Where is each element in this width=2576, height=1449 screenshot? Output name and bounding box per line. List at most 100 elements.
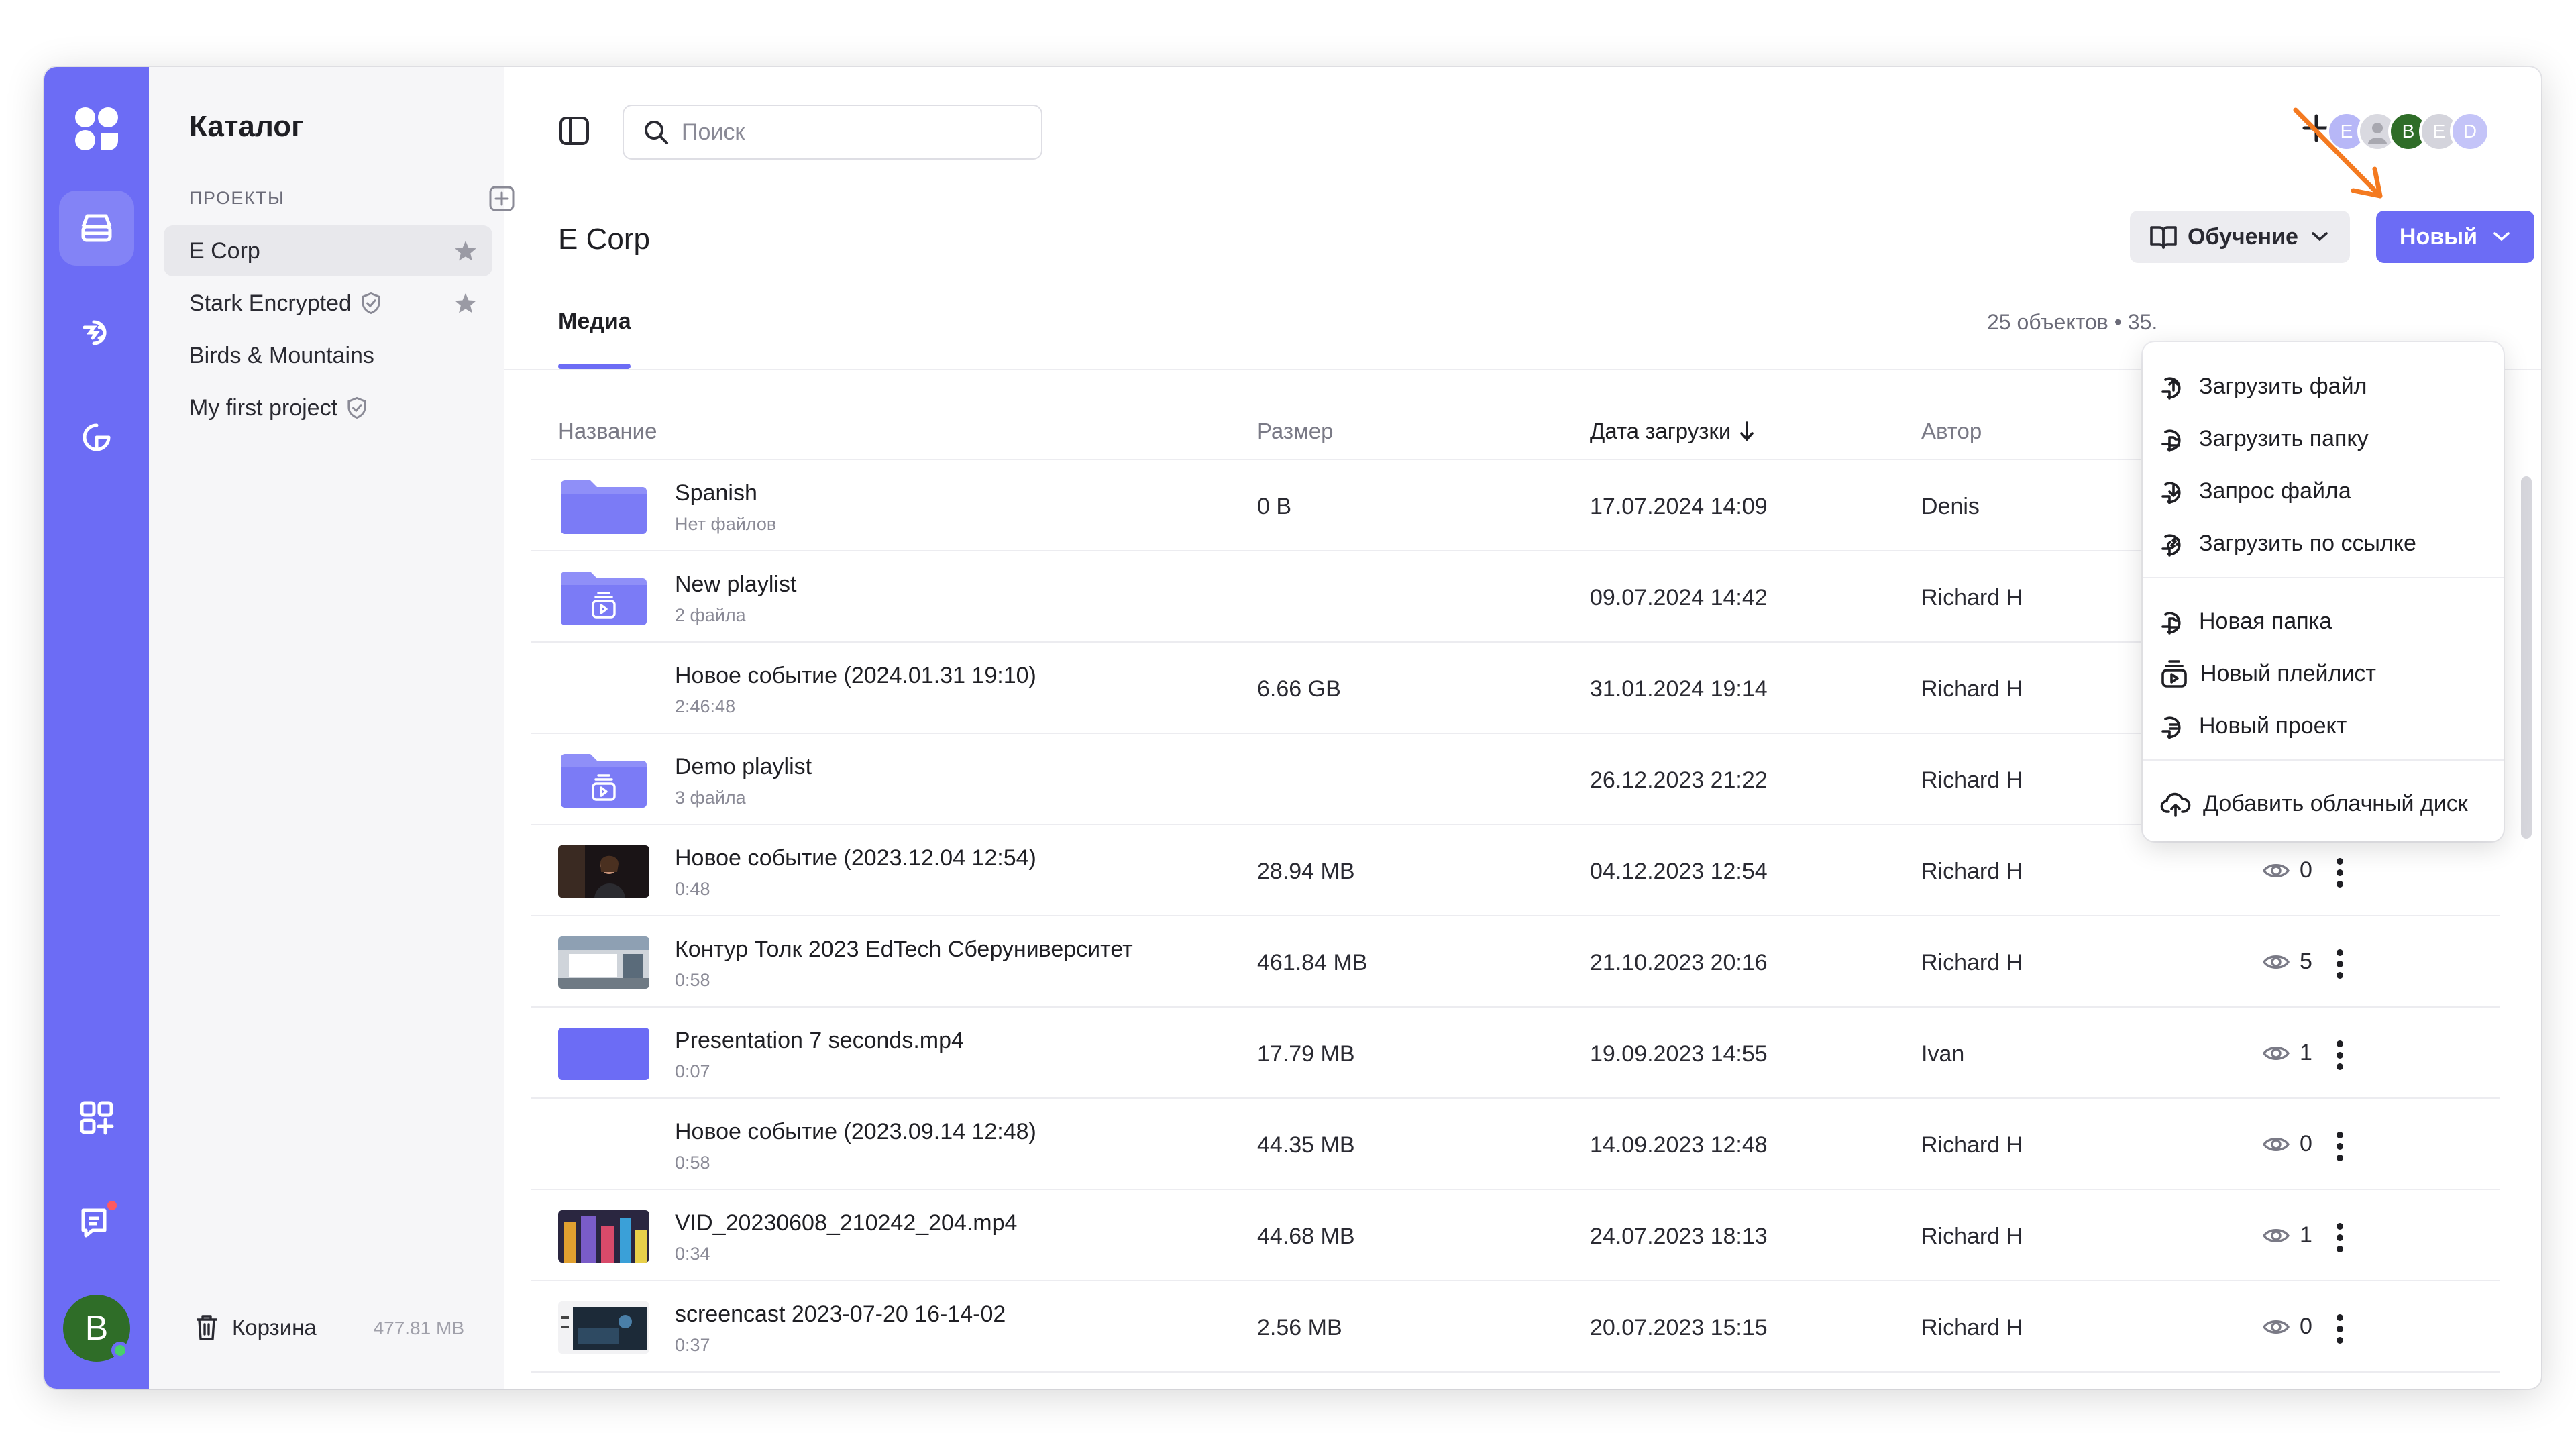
trash-button[interactable]: Корзина (193, 1313, 317, 1342)
main-content: E B E D E Corp Обучение Новый Медиа (504, 67, 2541, 1389)
table-row[interactable]: screencast 2023-07-20 16-14-02 0:37 2.56 M… (531, 1281, 2500, 1373)
item-subtitle: 2 файла (675, 605, 746, 625)
broadcast-icon[interactable] (59, 295, 134, 370)
shield-icon (347, 396, 366, 419)
items-count: 25 объектов • 35. (1987, 310, 2158, 334)
item-subtitle: Нет файлов (675, 514, 777, 534)
menu-item-label: Загрузить папку (2199, 425, 2369, 451)
search-box[interactable] (623, 105, 1042, 160)
more-options-icon[interactable] (2333, 947, 2347, 981)
row-more-button[interactable] (2333, 856, 2347, 890)
item-subtitle: 0:48 (675, 879, 710, 899)
item-name[interactable]: New playlist (675, 572, 796, 598)
menu-item-new-playlist[interactable]: Новый плейлист (2160, 653, 2376, 694)
row-more-button[interactable] (2333, 1312, 2347, 1346)
item-name[interactable]: Новое событие (2023.12.04 12:54) (675, 845, 1036, 871)
item-subtitle: 0:58 (675, 970, 710, 990)
row-more-button[interactable] (2333, 1221, 2347, 1254)
row-more-button[interactable] (2333, 1038, 2347, 1072)
playlist-thumbnail (558, 569, 649, 627)
star-icon[interactable] (453, 239, 478, 263)
project-item-my-first-project[interactable]: My first project (164, 382, 492, 433)
project-label: Stark Encrypted (189, 290, 352, 316)
row-more-button[interactable] (2333, 947, 2347, 981)
more-options-icon[interactable] (2333, 856, 2347, 890)
item-name[interactable]: Контур Толк 2023 EdTech Сберуниверситет (675, 936, 1133, 963)
member-avatar[interactable]: D (2450, 111, 2490, 152)
item-author: Richard H (1921, 767, 2023, 793)
views-eye-icon (2262, 1137, 2290, 1151)
video-thumbnail (558, 1301, 649, 1354)
menu-item-label: Запрос файла (2199, 478, 2351, 504)
item-name[interactable]: screencast 2023-07-20 16-14-02 (675, 1301, 1006, 1328)
item-size: 2.56 MB (1257, 1315, 1342, 1340)
item-size: 44.35 MB (1257, 1132, 1355, 1158)
left-rail: B (44, 67, 149, 1389)
chat-icon[interactable] (59, 1185, 134, 1260)
more-options-icon[interactable] (2333, 1130, 2347, 1163)
table-row[interactable]: Новое событие (2023.09.14 12:48) 0:58 44.3… (531, 1099, 2500, 1190)
item-name[interactable]: Новое событие (2024.01.31 19:10) (675, 663, 1036, 689)
playlist-thumbnail (558, 751, 649, 809)
views-count: 5 (2300, 949, 2312, 974)
item-author: Richard H (1921, 1224, 2023, 1249)
item-name[interactable]: Spanish (675, 480, 757, 506)
table-row[interactable]: Контур Толк 2023 EdTech Сберуниверситет 0… (531, 916, 2500, 1008)
column-header-date[interactable]: Дата загрузки (1590, 419, 1755, 444)
column-header-author[interactable]: Автор (1921, 419, 1982, 444)
item-views: 1 (2262, 1040, 2312, 1066)
sidebar-toggle-icon[interactable] (558, 115, 590, 146)
learning-button[interactable]: Обучение (2130, 211, 2350, 263)
item-name[interactable]: Demo playlist (675, 754, 812, 780)
new-button[interactable]: Новый (2376, 211, 2534, 263)
item-name[interactable]: Presentation 7 seconds.mp4 (675, 1028, 964, 1054)
menu-item-add-cloud-drive[interactable]: Добавить облачный диск (2160, 784, 2468, 824)
menu-item-upload-folder[interactable]: Загрузить папку (2160, 419, 2369, 459)
online-status-dot (111, 1342, 129, 1359)
item-author: Richard H (1921, 676, 2023, 702)
scrollbar-thumb[interactable] (2521, 476, 2532, 839)
menu-item-upload-file[interactable]: Загрузить файл (2160, 366, 2367, 407)
menu-item-new-project[interactable]: Новый проект (2160, 706, 2347, 746)
book-icon (2150, 226, 2177, 249)
project-item-e-corp[interactable]: E Corp (164, 225, 492, 276)
item-name[interactable]: VID_20230608_210242_204.mp4 (675, 1210, 1017, 1236)
video-thumbnail (558, 1028, 649, 1080)
new-folder-icon (2161, 612, 2181, 635)
menu-item-upload-link[interactable]: Загрузить по ссылке (2160, 523, 2416, 564)
project-item-birds-mountains[interactable]: Birds & Mountains (164, 330, 492, 381)
tab-media[interactable]: Медиа (558, 309, 631, 335)
app-logo-icon[interactable] (59, 91, 134, 166)
item-upload-date: 09.07.2024 14:42 (1590, 585, 1768, 610)
column-header-size[interactable]: Размер (1257, 419, 1333, 444)
apps-add-icon[interactable] (59, 1080, 134, 1155)
storage-icon[interactable] (59, 191, 134, 266)
row-more-button[interactable] (2333, 1130, 2347, 1163)
chevron-down-icon (2312, 232, 2328, 241)
project-item-stark-encrypted[interactable]: Stark Encrypted (164, 278, 492, 329)
star-icon[interactable] (453, 291, 478, 315)
search-input[interactable] (682, 119, 1017, 146)
item-name[interactable]: Новое событие (2023.09.14 12:48) (675, 1119, 1036, 1145)
item-upload-date: 21.10.2023 20:16 (1590, 950, 1768, 975)
project-label: My first project (189, 394, 338, 421)
item-upload-date: 19.09.2023 14:55 (1590, 1041, 1768, 1067)
item-views: 5 (2262, 949, 2312, 975)
item-upload-date: 24.07.2023 18:13 (1590, 1224, 1768, 1249)
menu-item-request-file[interactable]: Запрос файла (2160, 471, 2351, 511)
more-options-icon[interactable] (2333, 1221, 2347, 1254)
table-row[interactable]: Presentation 7 seconds.mp4 0:07 17.79 MB 19… (531, 1008, 2500, 1099)
table-row[interactable]: VID_20230608_210242_204.mp4 0:34 44.68 MB 2… (531, 1190, 2500, 1281)
menu-item-new-folder[interactable]: Новая папка (2160, 601, 2332, 641)
analytics-icon[interactable] (59, 400, 134, 475)
item-upload-date: 04.12.2023 12:54 (1590, 859, 1768, 884)
more-options-icon[interactable] (2333, 1312, 2347, 1346)
item-author: Richard H (1921, 950, 2023, 975)
menu-item-label: Новая папка (2199, 608, 2332, 634)
views-count: 1 (2300, 1222, 2312, 1248)
user-avatar[interactable]: B (63, 1295, 130, 1362)
more-options-icon[interactable] (2333, 1038, 2347, 1072)
shield-icon (362, 292, 380, 315)
column-header-name[interactable]: Название (558, 419, 657, 444)
menu-divider (2143, 759, 2504, 761)
